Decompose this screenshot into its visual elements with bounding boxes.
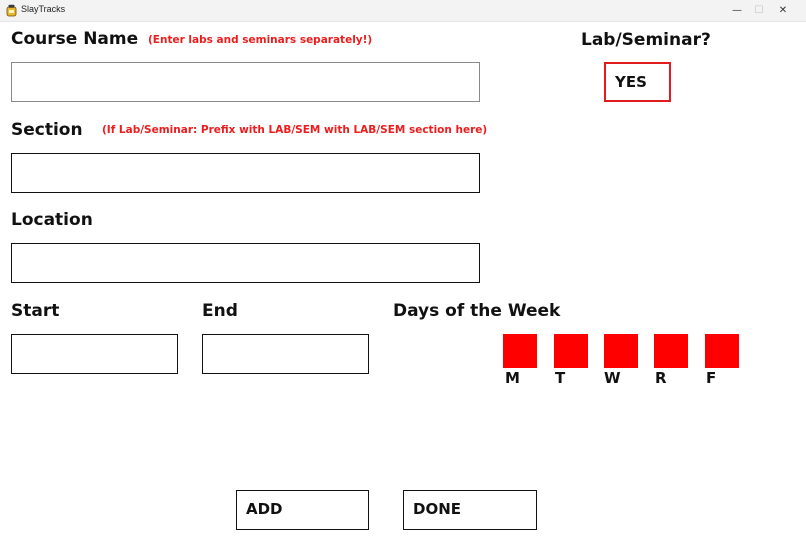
location-input[interactable] (11, 243, 480, 283)
app-icon (6, 4, 17, 17)
start-time-input[interactable] (11, 334, 178, 374)
day-label-wednesday: W (604, 369, 621, 387)
end-time-input[interactable] (202, 334, 369, 374)
day-toggle-tuesday[interactable] (554, 334, 588, 368)
location-label: Location (11, 210, 93, 230)
day-toggle-monday[interactable] (503, 334, 537, 368)
day-label-thursday: R (655, 369, 667, 387)
course-name-input[interactable] (11, 62, 480, 102)
form-canvas: Course Name (Enter labs and seminars sep… (1, 22, 805, 557)
end-label: End (202, 301, 238, 321)
day-toggle-friday[interactable] (705, 334, 739, 368)
day-toggle-wednesday[interactable] (604, 334, 638, 368)
day-toggle-thursday[interactable] (654, 334, 688, 368)
lab-seminar-yes-button[interactable]: YES (604, 62, 671, 102)
title-bar: SlayTracks — ☐ ✕ (0, 0, 806, 22)
course-name-label: Course Name (11, 29, 139, 49)
days-of-week-label: Days of the Week (393, 301, 561, 321)
section-input[interactable] (11, 153, 480, 193)
add-button[interactable]: ADD (236, 490, 369, 530)
lab-seminar-label: Lab/Seminar? (581, 30, 711, 50)
done-button[interactable]: DONE (403, 490, 537, 530)
start-label: Start (11, 301, 60, 321)
day-label-monday: M (505, 369, 520, 387)
close-button[interactable]: ✕ (760, 0, 806, 21)
course-name-hint: (Enter labs and seminars separately!) (148, 34, 373, 46)
section-label: Section (11, 120, 83, 140)
day-label-friday: F (706, 369, 717, 387)
window-title: SlayTracks (21, 4, 66, 14)
section-hint: (If Lab/Seminar: Prefix with LAB/SEM wit… (102, 124, 488, 136)
day-label-tuesday: T (555, 369, 566, 387)
